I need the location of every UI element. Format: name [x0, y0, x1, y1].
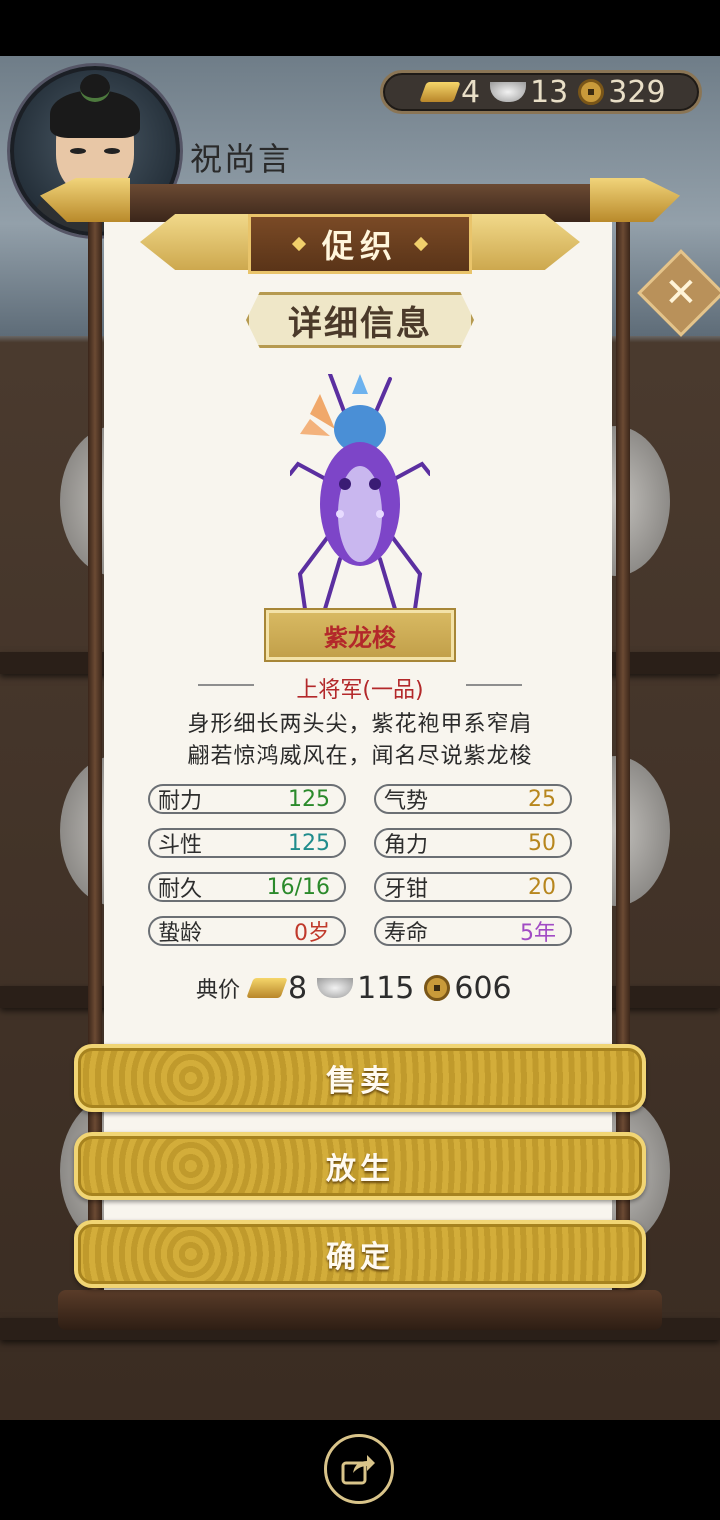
background-scene: 祝尚言 4 13 329 ✕ 促织 详细信息 紫龙梭 上将军(一品) 身形细长两…: [0, 56, 720, 1420]
silver-count: 13: [530, 74, 569, 110]
share-icon: [341, 1455, 375, 1485]
stat-mandibles: 牙钳 20: [374, 872, 572, 902]
player-name: 祝尚言: [190, 140, 293, 178]
confirm-button[interactable]: 确定: [74, 1220, 646, 1288]
scroll-roller-bottom: [58, 1290, 662, 1330]
currency-bar: 4 13 329: [380, 70, 702, 114]
gold-ingot-icon: [419, 82, 461, 102]
stat-age: 蛰龄 0岁: [148, 916, 346, 946]
stat-endurance: 耐力 125: [148, 784, 346, 814]
copper-count: 329: [608, 74, 666, 110]
price-copper: 606: [454, 970, 512, 1006]
gold-count: 4: [461, 74, 481, 110]
gold-ingot-icon: [246, 978, 288, 998]
panel-title: 促织: [248, 214, 472, 274]
share-button[interactable]: [324, 1434, 394, 1504]
silver-ingot-icon: [490, 82, 527, 102]
price-label: 典价: [196, 978, 241, 1003]
poem-line: 身形细长两头尖，紫花袍甲系窄肩: [187, 712, 533, 737]
poem-line: 翩若惊鸿威风在，闻名尽说紫龙梭: [187, 744, 533, 769]
copper-coin-icon: [578, 79, 605, 105]
price-row: 典价 8 115 606: [196, 968, 512, 1008]
stat-lifespan: 寿命 5年: [374, 916, 572, 946]
close-icon: ✕: [664, 269, 698, 316]
cricket-name: 紫龙梭: [266, 610, 454, 660]
copper-coin-icon: [424, 975, 451, 1001]
silver-ingot-icon: [317, 978, 354, 998]
cricket-image: [290, 374, 430, 611]
stat-momentum: 气势 25: [374, 784, 572, 814]
cricket-rank: 上将军(一品): [296, 678, 424, 703]
price-silver: 115: [357, 970, 415, 1006]
price-gold: 8: [288, 970, 308, 1006]
stat-durability: 耐久 16/16: [148, 872, 346, 902]
divider: [466, 684, 522, 686]
detail-heading: 详细信息: [246, 292, 474, 348]
release-button[interactable]: 放生: [74, 1132, 646, 1200]
stat-horn-strength: 角力 50: [374, 828, 572, 858]
stat-fighting-spirit: 斗性 125: [148, 828, 346, 858]
sell-button[interactable]: 售卖: [74, 1044, 646, 1112]
